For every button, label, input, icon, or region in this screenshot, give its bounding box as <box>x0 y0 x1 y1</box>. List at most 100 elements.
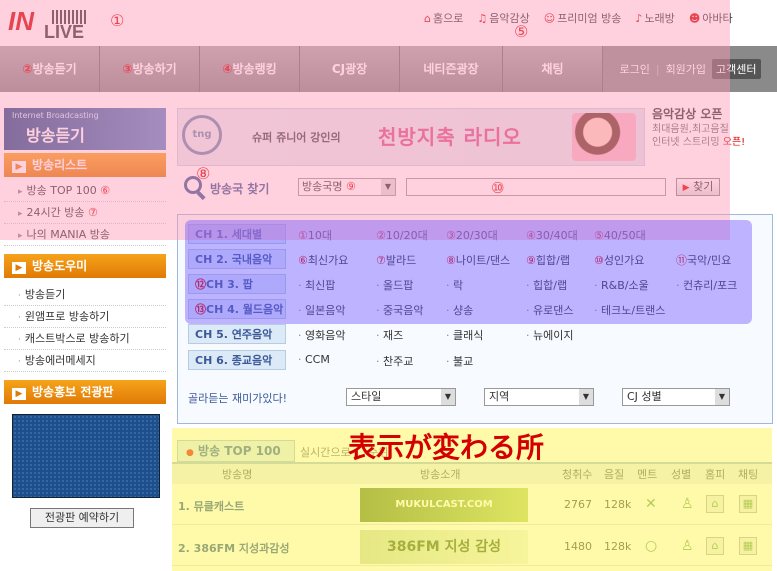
th-gender: 성별 <box>671 468 692 481</box>
music-promo[interactable]: 음악감상 오픈 최대음원,최고음질 인터넷 스트리밍 오픈! <box>652 108 774 166</box>
th-chat: 채팅 <box>738 468 759 481</box>
channel-item[interactable]: ⑤40/50대 <box>594 227 646 243</box>
channel-item[interactable]: ①10대 <box>298 227 332 243</box>
channel-item[interactable]: ④30/40대 <box>526 227 578 243</box>
sidebar-item-24h[interactable]: 24시간 방송 ⑦ <box>4 202 166 224</box>
channel-item[interactable]: · 영화음악 <box>298 327 345 343</box>
topnav-karaoke[interactable]: ♪ 노래방 <box>635 10 674 26</box>
filter-label: 골라듣는 재미가있다! <box>188 392 287 405</box>
channel-item[interactable]: ③20/30대 <box>446 227 498 243</box>
channel-item[interactable]: ②10/20대 <box>376 227 428 243</box>
billboard-header: ▶ 방송홍보 전광판 <box>4 380 166 404</box>
channel-label[interactable]: CH 5. 연주음악 <box>188 324 286 344</box>
logo-in: IN <box>8 6 34 36</box>
th-listeners: 청취수 <box>562 468 593 481</box>
channel-item[interactable]: ⑧나이트/댄스 <box>446 252 510 268</box>
channel-item[interactable]: · 중국음악 <box>376 302 423 318</box>
annotation-text: 表示が変わる所 <box>348 431 545 464</box>
channel-item[interactable]: · 불교 <box>446 353 473 369</box>
channel-label[interactable]: CH 1. 세대별 <box>188 224 286 244</box>
channel-item[interactable]: ⑥최신가요 <box>298 252 348 268</box>
channel-item[interactable]: · 유로댄스 <box>526 302 573 318</box>
channel-item[interactable]: ⑦발라드 <box>376 252 416 268</box>
row-thumbnail[interactable]: 386FM 지성 감성 <box>360 530 528 564</box>
search-label: 방송국 찾기 <box>210 182 270 196</box>
row-thumbnail[interactable]: MUKULCAST.COM <box>360 488 528 522</box>
channel-item[interactable]: · 올드팝 <box>376 277 413 293</box>
chevron-down-icon: ▼ <box>715 389 729 405</box>
row-name[interactable]: 2. 386FM 지성과감성 <box>178 540 290 556</box>
bullet-icon: ▶ <box>12 388 26 400</box>
top100-tab[interactable]: ● 방송 TOP 100 <box>177 440 295 462</box>
home-icon[interactable]: ⌂ <box>706 495 724 513</box>
home-icon: ⌂ <box>424 12 431 25</box>
row-ment: ○ <box>645 538 658 554</box>
sidebar-item-mania[interactable]: 나의 MANIA 방송 <box>4 224 166 246</box>
person-icon: ♙ <box>681 538 694 554</box>
login-link[interactable]: 로그인 <box>619 61 649 77</box>
channel-item[interactable]: · 찬주교 <box>376 353 413 369</box>
region-select[interactable]: 지역 ▼ <box>484 388 594 406</box>
home-icon[interactable]: ⌂ <box>706 537 724 555</box>
search-input[interactable]: ⑩ <box>406 178 666 197</box>
search-type-select[interactable]: 방송국명 ⑨ ▼ <box>298 178 396 196</box>
chat-icon[interactable]: ▦ <box>739 495 757 513</box>
chat-icon[interactable]: ▦ <box>739 537 757 555</box>
topnav-home[interactable]: ⌂ 홈으로 <box>424 10 463 26</box>
sidebar-help-castbox[interactable]: 캐스트박스로 방송하기 <box>4 328 166 350</box>
channel-item[interactable]: · 샹송 <box>446 302 473 318</box>
channel-label[interactable]: CH 2. 국내음악 <box>188 249 286 269</box>
channel-item[interactable]: · R&B/소울 <box>594 277 649 293</box>
nav-cj-plaza[interactable]: CJ광장 <box>300 46 400 92</box>
channel-item[interactable]: ⑪국악/민요 <box>676 252 731 268</box>
nav-listen[interactable]: ②방송듣기 <box>0 46 100 92</box>
topnav-avatar[interactable]: ☻ 아바타 <box>689 10 733 26</box>
magnifier-icon <box>184 176 202 194</box>
billboard-reserve-button[interactable]: 전광판 예약하기 <box>30 508 134 528</box>
channel-item[interactable]: · 뉴에이지 <box>526 327 573 343</box>
search-button[interactable]: ▶ 찾기 <box>676 178 720 196</box>
marker-5: ⑤ <box>514 22 529 41</box>
cj-gender-select[interactable]: CJ 성별 ▼ <box>622 388 730 406</box>
channel-item[interactable]: · 클래식 <box>446 327 483 343</box>
row-listeners: 1480 <box>564 540 592 553</box>
nav-broadcast[interactable]: ③방송하기 <box>100 46 200 92</box>
channel-item[interactable]: ⑨힙합/랩 <box>526 252 570 268</box>
tng-logo: tng <box>182 115 222 155</box>
chevron-down-icon: ▼ <box>579 389 593 405</box>
bullet-icon: ▶ <box>12 262 26 274</box>
sidebar-help-listen[interactable]: 방송듣기 <box>4 284 166 306</box>
sidebar-help-winamp[interactable]: 윈앰프로 방송하기 <box>4 306 166 328</box>
channel-item[interactable]: · 힙합/랩 <box>526 277 567 293</box>
channel-item[interactable]: · 컨츄리/포크 <box>676 277 737 293</box>
channel-item[interactable]: · 락 <box>446 277 463 293</box>
nav-ranking[interactable]: ④방송랭킹 <box>200 46 300 92</box>
person-icon: ♙ <box>681 496 694 512</box>
sidebar-item-top100[interactable]: 방송 TOP 100 ⑥ <box>4 180 166 202</box>
channel-item[interactable]: · 일본음악 <box>298 302 345 318</box>
join-link[interactable]: 회원가입 <box>666 61 706 77</box>
sidebar-help-error[interactable]: 방송에러메세지 <box>4 350 166 372</box>
channel-label[interactable]: ⑬CH 4. 월드음악 <box>188 299 286 319</box>
chevron-down-icon: ▼ <box>381 179 395 195</box>
nav-netizen-plaza[interactable]: 네티즌광장 <box>400 46 503 92</box>
channel-item[interactable]: · 최신팝 <box>298 277 335 293</box>
channel-item[interactable]: · 재즈 <box>376 327 403 343</box>
customer-center-link[interactable]: 고객센터 <box>712 59 761 79</box>
nav-chat[interactable]: 채팅 <box>503 46 603 92</box>
th-name: 방송명 <box>222 468 253 481</box>
radio-banner[interactable]: tng 슈퍼 쥬니어 강인의 천방지축 라디오 <box>177 108 645 166</box>
marker-1: ① <box>110 11 125 30</box>
avatar-icon: ☻ <box>688 12 701 25</box>
account-nav: 로그인 | 회원가입 고객센터 <box>603 46 777 92</box>
channel-item[interactable]: · 테크노/트랜스 <box>594 302 665 318</box>
channel-label[interactable]: ⑫CH 3. 팝(POP) <box>188 274 286 311</box>
bullet-icon: ▶ <box>12 161 26 173</box>
channel-label[interactable]: CH 6. 종교음악 <box>188 350 286 370</box>
channel-item[interactable]: ⑩성인가요 <box>594 252 644 268</box>
topnav-premium[interactable]: ☺ 프리미엄 방송 <box>544 10 622 26</box>
row-name[interactable]: 1. 뮤클캐스트 <box>178 498 244 514</box>
th-quality: 음질 <box>604 468 625 481</box>
channel-item[interactable]: · CCM <box>298 353 330 366</box>
style-select[interactable]: 스타일 ▼ <box>346 388 456 406</box>
